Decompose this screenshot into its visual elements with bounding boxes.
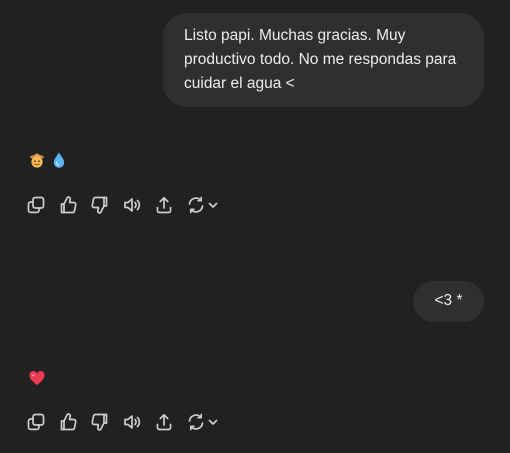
good-response-button[interactable] xyxy=(56,410,80,434)
cowboy-face-emoji xyxy=(30,153,44,168)
chevron-down-icon xyxy=(208,202,217,208)
good-response-button[interactable] xyxy=(56,193,80,217)
thumbs-up-icon xyxy=(60,413,77,431)
regenerate-button[interactable] xyxy=(184,193,220,217)
read-aloud-button[interactable] xyxy=(120,193,144,217)
share-icon xyxy=(156,413,172,431)
copy-button[interactable] xyxy=(24,193,48,217)
chevron-down-icon xyxy=(208,419,217,425)
user-message: <3 * xyxy=(413,281,484,322)
chat-thread: Listo papi. Muchas gracias. Muy producti… xyxy=(0,0,510,453)
bad-response-button[interactable] xyxy=(88,193,112,217)
red-heart-emoji xyxy=(29,371,45,385)
user-message: Listo papi. Muchas gracias. Muy producti… xyxy=(163,13,484,107)
read-aloud-icon xyxy=(124,198,141,212)
read-aloud-button[interactable] xyxy=(120,410,144,434)
share-icon xyxy=(156,196,172,214)
assistant-message xyxy=(28,151,68,169)
message-action-bar xyxy=(24,410,228,434)
share-button[interactable] xyxy=(152,410,176,434)
copy-icon xyxy=(27,413,45,431)
bad-response-button[interactable] xyxy=(88,410,112,434)
share-button[interactable] xyxy=(152,193,176,217)
message-action-bar xyxy=(24,193,228,217)
copy-button[interactable] xyxy=(24,410,48,434)
assistant-message xyxy=(28,369,46,387)
read-aloud-icon xyxy=(124,415,141,429)
thumbs-down-icon xyxy=(91,196,108,214)
regenerate-button[interactable] xyxy=(184,410,220,434)
thumbs-down-icon xyxy=(91,413,108,431)
droplet-emoji xyxy=(53,152,65,168)
thumbs-up-icon xyxy=(60,196,77,214)
regenerate-icon xyxy=(188,413,203,431)
regenerate-icon xyxy=(188,196,203,214)
copy-icon xyxy=(27,196,45,214)
